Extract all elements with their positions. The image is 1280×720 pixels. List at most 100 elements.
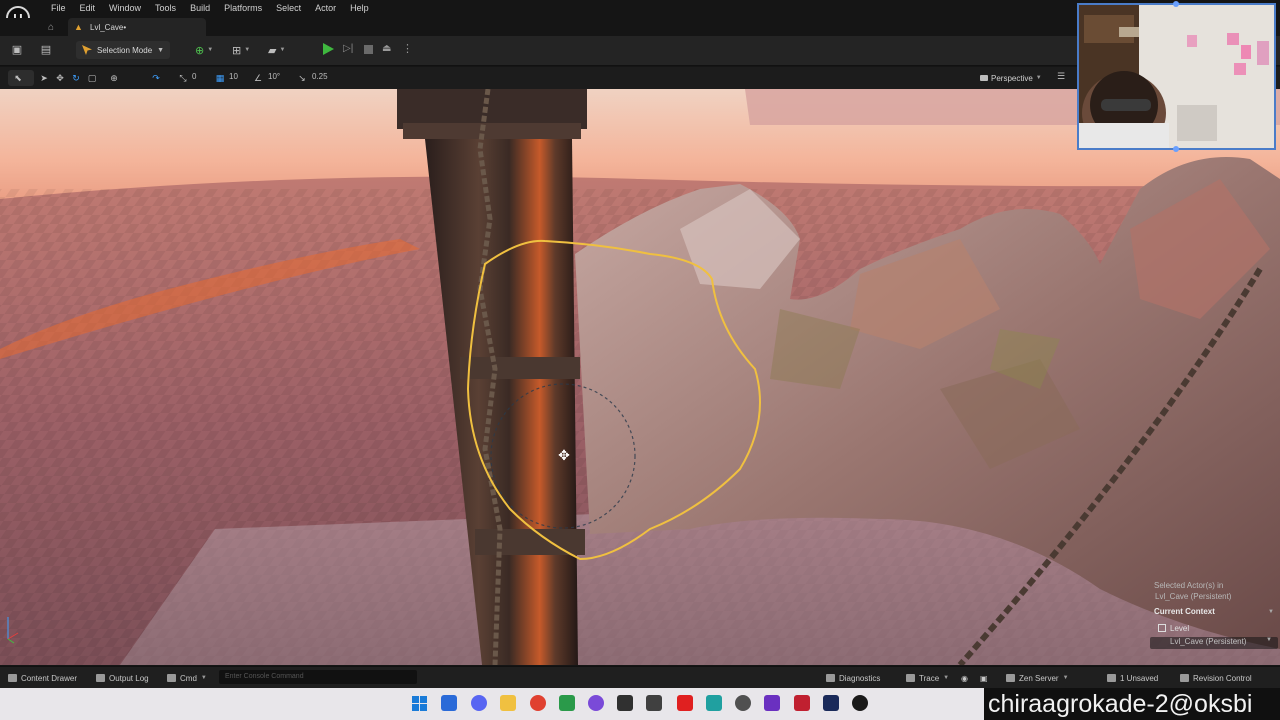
revision-control-icon <box>1180 674 1189 682</box>
webcam-image <box>1079 5 1274 148</box>
current-context-header[interactable]: Current Context ▼ <box>1150 606 1278 618</box>
select-icon[interactable]: ⬉ <box>12 72 24 84</box>
adobe-app-icon[interactable] <box>677 695 693 711</box>
file-explorer-icon[interactable] <box>500 695 516 711</box>
unreal-app-icon[interactable] <box>852 695 868 711</box>
snipping-tool-icon[interactable] <box>706 695 722 711</box>
more-options-icon[interactable]: ⋮ <box>402 42 413 55</box>
chevron-down-icon: ▼ <box>1268 609 1274 615</box>
clapper-icon: ▰ <box>268 44 277 57</box>
axis-gizmo-icon <box>7 617 19 644</box>
viewport-options-icon[interactable]: ☰ <box>1057 71 1065 82</box>
home-icon[interactable]: ⌂ <box>48 22 54 33</box>
webcam-resize-handle[interactable] <box>1173 1 1179 7</box>
diagnostics-button[interactable]: Diagnostics <box>826 672 880 684</box>
menu-build[interactable]: Build <box>183 3 217 13</box>
trace-dropdown[interactable]: Trace ▼ <box>906 672 949 684</box>
translate-snap-icon[interactable]: ⤡ <box>177 72 189 84</box>
world-space-icon[interactable]: ⊕ <box>108 72 120 84</box>
blueprint-dropdown[interactable]: ⊞ ▼ <box>232 43 250 57</box>
persistent-level-dropdown[interactable]: Lvl_Cave (Persistent) ▼ <box>1150 637 1278 649</box>
selection-mode-dropdown[interactable]: Selection Mode ▼ <box>76 41 171 59</box>
chevron-down-icon: ▼ <box>157 46 165 54</box>
grid-snap-icon[interactable]: ▦ <box>214 72 226 84</box>
play-button[interactable] <box>323 43 334 55</box>
selected-actor-value: Lvl_Cave (Persistent) <box>1155 592 1232 601</box>
unsaved-icon <box>1107 674 1116 682</box>
menu-platforms[interactable]: Platforms <box>217 3 269 13</box>
content-drawer-button[interactable]: Content Drawer <box>8 672 77 684</box>
level-viewport[interactable]: ✥ <box>0 89 1280 665</box>
scale-icon[interactable]: ▢ <box>86 72 98 84</box>
grid-snap-value[interactable]: 10 <box>229 72 238 81</box>
output-log-icon <box>96 674 105 682</box>
chevron-down-icon: ▼ <box>279 47 286 53</box>
add-actor-dropdown[interactable]: ⊕ ▼ <box>195 43 213 57</box>
record-app-icon[interactable] <box>794 695 810 711</box>
selection-arrow-icon <box>82 45 92 55</box>
translate-icon[interactable]: ✥ <box>54 72 66 84</box>
level-row[interactable]: Level <box>1150 621 1278 635</box>
save-icon[interactable]: ▣ <box>9 43 25 57</box>
copilot-app-icon[interactable] <box>441 695 457 711</box>
translate-snap-value[interactable]: 0 <box>192 72 196 81</box>
rotation-snap-icon[interactable]: ∠ <box>252 72 264 84</box>
perspective-label: Perspective <box>991 73 1033 83</box>
tab-level[interactable]: ▲ Lvl_Cave• <box>68 18 206 36</box>
visual-studio-icon[interactable] <box>764 695 780 711</box>
discord-app-icon[interactable] <box>471 695 487 711</box>
level-icon <box>1158 624 1166 632</box>
menu-edit[interactable]: Edit <box>73 3 103 13</box>
windows-start-icon[interactable] <box>412 696 427 711</box>
console-input[interactable]: Enter Console Command <box>219 670 417 684</box>
calculator-app-icon[interactable] <box>646 695 662 711</box>
revision-control-label: Revision Control <box>1193 673 1252 683</box>
output-log-button[interactable]: Output Log <box>96 672 149 684</box>
record-icon[interactable]: ◉ <box>961 672 968 684</box>
eject-button[interactable]: ⏏ <box>382 43 394 55</box>
content-browser-icon[interactable]: ▤ <box>38 43 54 57</box>
cmd-dropdown[interactable]: Cmd ▼ <box>167 672 207 684</box>
diagnostics-icon <box>826 674 835 682</box>
assistant-app-icon[interactable] <box>735 695 751 711</box>
photoshop-app-icon[interactable] <box>823 695 839 711</box>
stop-button[interactable] <box>364 45 373 54</box>
menu-file[interactable]: File <box>44 3 73 13</box>
level-icon: ▲ <box>74 22 83 32</box>
unsaved-button[interactable]: 1 Unsaved <box>1107 672 1158 684</box>
level-label: Level <box>1170 623 1190 633</box>
menu-window[interactable]: Window <box>102 3 148 13</box>
webcam-resize-handle[interactable] <box>1173 146 1179 152</box>
step-button[interactable]: ▷| <box>343 43 355 55</box>
terminal-app-icon[interactable] <box>617 695 633 711</box>
rotation-snap-value[interactable]: 10° <box>268 72 280 81</box>
chevron-down-icon: ▼ <box>1266 637 1272 643</box>
screenshot-icon[interactable]: ▣ <box>980 672 988 684</box>
perspective-dropdown[interactable]: Perspective ▼ <box>980 71 1042 85</box>
menu-select[interactable]: Select <box>269 3 308 13</box>
blueprint-icon: ⊞ <box>232 44 242 57</box>
content-drawer-label: Content Drawer <box>21 673 78 683</box>
camera-icon <box>980 75 988 81</box>
menu-actor[interactable]: Actor <box>308 3 343 13</box>
scale-snap-icon[interactable]: ↘ <box>296 72 308 84</box>
notepad-app-icon[interactable] <box>559 695 575 711</box>
zen-server-dropdown[interactable]: Zen Server ▼ <box>1006 672 1069 684</box>
chrome-app-icon[interactable] <box>530 695 546 711</box>
menu-help[interactable]: Help <box>343 3 376 13</box>
obs-app-icon[interactable] <box>588 695 604 711</box>
cursor-icon[interactable]: ➤ <box>38 72 50 84</box>
menu-tools[interactable]: Tools <box>148 3 183 13</box>
cinematics-dropdown[interactable]: ▰ ▼ <box>268 43 285 57</box>
zen-server-icon <box>1006 674 1015 682</box>
chevron-down-icon: ▼ <box>943 675 950 681</box>
scale-snap-value[interactable]: 0.25 <box>312 72 328 81</box>
chevron-down-icon: ▼ <box>1035 75 1042 81</box>
chevron-down-icon: ▼ <box>200 675 207 681</box>
main-menu: File Edit Window Tools Build Platforms S… <box>44 0 376 16</box>
surface-snap-icon[interactable]: ↷ <box>150 72 162 84</box>
move-cursor-icon: ✥ <box>558 447 570 463</box>
rotate-icon[interactable]: ↻ <box>70 72 82 84</box>
revision-control-button[interactable]: Revision Control <box>1180 672 1252 684</box>
chevron-down-icon: ▼ <box>244 47 251 53</box>
